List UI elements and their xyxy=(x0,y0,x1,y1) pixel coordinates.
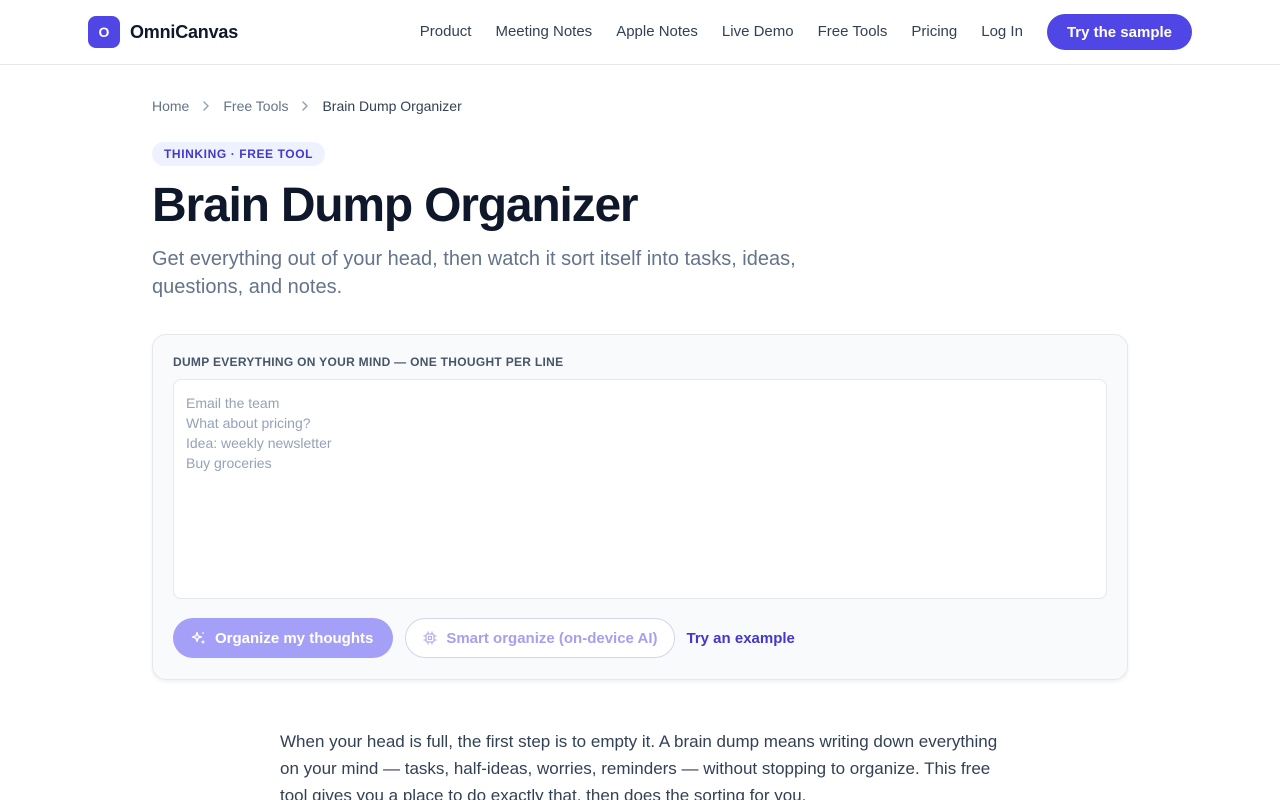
try-sample-button[interactable]: Try the sample xyxy=(1046,14,1192,50)
organize-button[interactable]: Organize my thoughts xyxy=(173,618,394,658)
chip-icon xyxy=(422,630,438,646)
breadcrumb-free-tools[interactable]: Free Tools xyxy=(223,98,288,114)
brain-dump-card: DUMP EVERYTHING ON YOUR MIND — ONE THOUG… xyxy=(152,334,1128,680)
try-example-link[interactable]: Try an example xyxy=(687,630,795,647)
site-header: O OmniCanvas Product Meeting Notes Apple… xyxy=(0,0,1280,65)
tool-actions: Organize my thoughts Smart organize (on-… xyxy=(173,618,795,658)
smart-organize-button[interactable]: Smart organize (on-device AI) xyxy=(405,618,675,658)
nav-product[interactable]: Product xyxy=(420,14,472,50)
smart-organize-label: Smart organize (on-device AI) xyxy=(446,629,658,647)
nav-meeting-notes[interactable]: Meeting Notes xyxy=(495,14,592,50)
brand-name: OmniCanvas xyxy=(130,21,239,42)
intro-paragraph: When your head is full, the first step i… xyxy=(280,732,998,800)
logo-mark: O xyxy=(88,16,120,48)
nav-free-tools[interactable]: Free Tools xyxy=(818,14,888,50)
nav-live-demo[interactable]: Live Demo xyxy=(722,14,794,50)
chevron-right-icon xyxy=(298,99,312,113)
page-subtitle: Get everything out of your head, then wa… xyxy=(152,248,796,298)
chevron-right-icon xyxy=(199,99,213,113)
page-title: Brain Dump Organizer xyxy=(152,179,639,232)
category-badge: THINKING · FREE TOOL xyxy=(152,142,326,166)
nav-apple-notes[interactable]: Apple Notes xyxy=(616,14,698,50)
organize-button-label: Organize my thoughts xyxy=(215,629,374,647)
brain-dump-label: DUMP EVERYTHING ON YOUR MIND — ONE THOUG… xyxy=(173,355,564,369)
brain-dump-input[interactable] xyxy=(173,379,1107,599)
main-nav: Product Meeting Notes Apple Notes Live D… xyxy=(420,14,1192,50)
breadcrumb-current: Brain Dump Organizer xyxy=(322,98,462,114)
breadcrumb-home[interactable]: Home xyxy=(152,98,189,114)
nav-log-in[interactable]: Log In xyxy=(981,14,1023,50)
breadcrumb: Home Free Tools Brain Dump Organizer xyxy=(152,96,462,116)
sparkles-icon xyxy=(191,630,207,646)
nav-pricing[interactable]: Pricing xyxy=(911,14,957,50)
brand-logo[interactable]: O OmniCanvas xyxy=(88,16,238,48)
